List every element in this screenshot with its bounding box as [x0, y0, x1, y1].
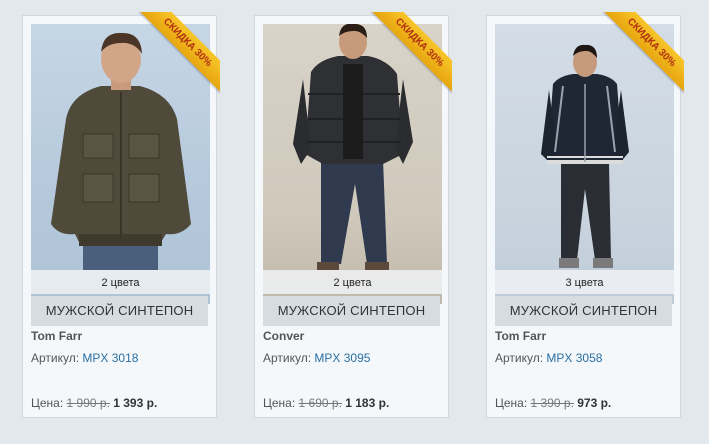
price-label: Цена:	[263, 396, 296, 410]
colors-count: 2 цвета	[31, 270, 210, 294]
old-price: 1 990 р.	[66, 396, 110, 410]
article-label: Артикул:	[31, 351, 80, 365]
brand-name: Tom Farr	[31, 329, 83, 343]
article-row: Артикул: MPX 3095	[263, 351, 370, 365]
price-row: Цена: 1 390 р. 973 р.	[495, 396, 611, 410]
discount-ribbon: СКИДКА 30%	[370, 12, 452, 94]
article-link[interactable]: MPX 3095	[314, 351, 370, 365]
new-price: 1 183 р.	[345, 396, 390, 410]
colors-count: 2 цвета	[263, 270, 442, 294]
price-row: Цена: 1 990 р. 1 393 р.	[31, 396, 157, 410]
discount-ribbon: СКИДКА 30%	[602, 12, 684, 94]
new-price: 1 393 р.	[113, 396, 158, 410]
old-price: 1 690 р.	[298, 396, 342, 410]
article-label: Артикул:	[263, 351, 312, 365]
discount-badge: СКИДКА 30%	[138, 12, 220, 93]
category-label[interactable]: МУЖСКОЙ СИНТЕПОН	[263, 296, 440, 326]
colors-count: 3 цвета	[495, 270, 674, 294]
new-price: 973 р.	[577, 396, 612, 410]
price-row: Цена: 1 690 р. 1 183 р.	[263, 396, 389, 410]
brand-name: Conver	[263, 329, 305, 343]
product-grid: 2 цвета МУЖСКОЙ СИНТЕПОН СКИДКА 30% Tom …	[0, 0, 709, 444]
article-label: Артикул:	[495, 351, 544, 365]
product-card: 2 цвета МУЖСКОЙ СИНТЕПОН СКИДКА 30% Conv…	[254, 12, 452, 418]
article-row: Артикул: MPX 3058	[495, 351, 602, 365]
discount-ribbon: СКИДКА 30%	[138, 12, 220, 94]
article-link[interactable]: MPX 3058	[546, 351, 602, 365]
price-label: Цена:	[31, 396, 64, 410]
old-price: 1 390 р.	[530, 396, 574, 410]
article-row: Артикул: MPX 3018	[31, 351, 138, 365]
article-link[interactable]: MPX 3018	[82, 351, 138, 365]
product-card: 2 цвета МУЖСКОЙ СИНТЕПОН СКИДКА 30% Tom …	[22, 12, 220, 418]
category-label[interactable]: МУЖСКОЙ СИНТЕПОН	[495, 296, 672, 326]
price-label: Цена:	[495, 396, 528, 410]
category-label[interactable]: МУЖСКОЙ СИНТЕПОН	[31, 296, 208, 326]
discount-badge: СКИДКА 30%	[370, 12, 452, 93]
discount-badge: СКИДКА 30%	[602, 12, 684, 93]
product-card: 3 цвета МУЖСКОЙ СИНТЕПОН СКИДКА 30% Tom …	[486, 12, 684, 418]
brand-name: Tom Farr	[495, 329, 547, 343]
